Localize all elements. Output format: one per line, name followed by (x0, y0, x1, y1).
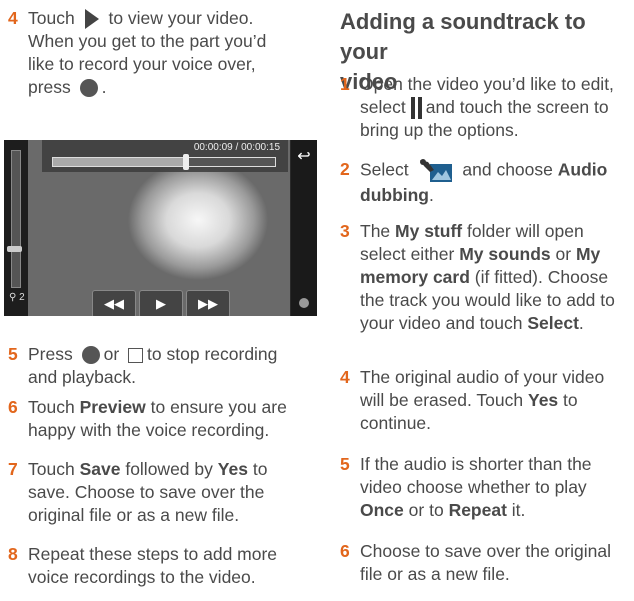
step-7-left: 7 Touch Save followed by Yes to save. Ch… (8, 459, 268, 525)
step-number: 6 (8, 397, 18, 417)
video-player-screenshot: ⚲ 2 00:00:09 / 00:00:15 ↩ ◀◀ ▶ ▶▶ (4, 140, 317, 316)
rewind-button[interactable]: ◀◀ (92, 290, 136, 316)
step-number: 8 (8, 544, 18, 564)
audio-dubbing-icon (419, 159, 452, 182)
step-3-right: 3 The My stuff folder will open select e… (340, 221, 615, 333)
volume-level-label: ⚲ 2 (9, 292, 25, 303)
stop-square-icon (128, 347, 144, 363)
step-number: 7 (8, 459, 18, 479)
video-progress-knob[interactable] (183, 154, 190, 170)
step-number: 2 (340, 159, 350, 179)
step-5-right: 5 If the audio is shorter than the video… (340, 454, 592, 520)
video-progress-panel: 00:00:09 / 00:00:15 (42, 140, 288, 172)
video-progress-bar[interactable] (52, 154, 276, 170)
playback-controls: ◀◀ ▶ ▶▶ (92, 290, 230, 316)
right-control-panel: ↩ (291, 140, 317, 316)
step-6-right: 6 Choose to save over the original file … (340, 541, 611, 584)
volume-panel: ⚲ 2 (4, 140, 28, 316)
step-4-right: 4 The original audio of your video will … (340, 367, 605, 433)
step-number: 5 (8, 344, 18, 364)
step-number: 5 (340, 454, 350, 474)
play-button[interactable]: ▶ (139, 290, 183, 316)
video-time-display: 00:00:09 / 00:00:15 (193, 142, 280, 153)
pause-icon (409, 97, 423, 120)
step-5-left: 5 Press or to stop recording and playbac… (8, 344, 278, 387)
step-number: 3 (340, 221, 350, 241)
step-number: 4 (8, 8, 18, 28)
video-progress-fill (53, 158, 187, 166)
step-number: 6 (340, 541, 350, 561)
step-6-left: 6 Touch Preview to ensure you are happy … (8, 397, 287, 440)
step-4-left: 4 Touch to view your video. When you get… (8, 8, 267, 98)
record-circle-icon (79, 79, 98, 98)
step-1-right: 1 Open the video you’d like to edit, sel… (340, 74, 614, 141)
record-circle-icon (81, 346, 100, 365)
back-icon[interactable]: ↩ (294, 146, 314, 170)
play-icon (84, 9, 99, 30)
step-number: 1 (340, 74, 350, 94)
volume-slider-thumb[interactable] (7, 246, 22, 252)
volume-slider[interactable] (11, 150, 21, 288)
step-number: 4 (340, 367, 350, 387)
step-2-right: 2 Select and choose Audio dubbing. (340, 159, 608, 205)
record-dot-icon[interactable] (299, 298, 309, 308)
fast-forward-button[interactable]: ▶▶ (186, 290, 230, 316)
step-8-left: 8 Repeat these steps to add more voice r… (8, 544, 278, 587)
